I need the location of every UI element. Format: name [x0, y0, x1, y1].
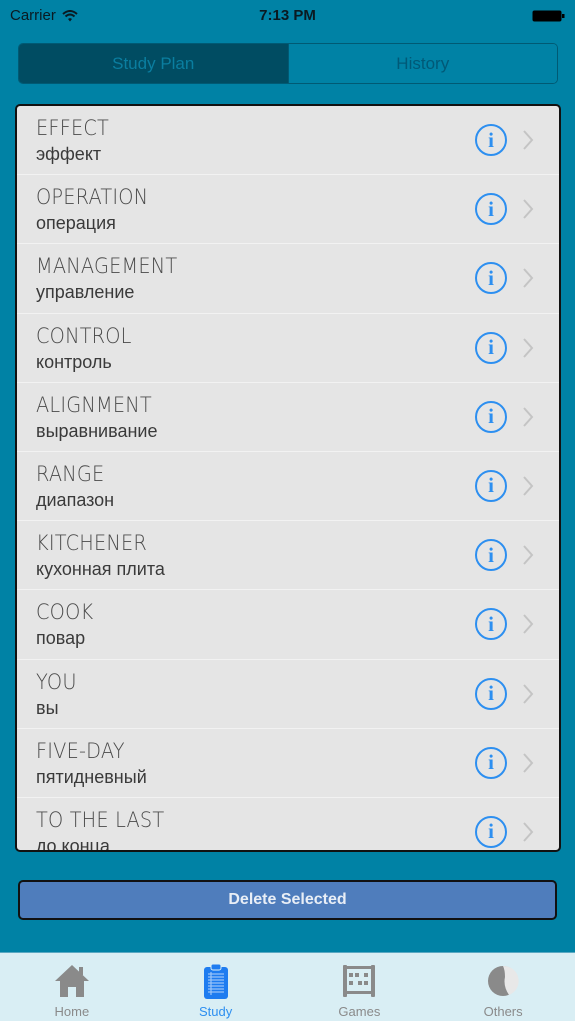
translation-label: выравнивание	[36, 420, 158, 441]
list-item[interactable]: FIVE-DAY пятидневный i	[17, 729, 559, 798]
list-item[interactable]: COOK повар i	[17, 590, 559, 660]
translation-label: до конца	[36, 835, 110, 852]
translation-label: эффект	[36, 144, 102, 164]
info-icon[interactable]: i	[475, 262, 507, 295]
info-icon[interactable]: i	[475, 815, 507, 848]
list-item[interactable]: MANAGEMENT управление i	[17, 244, 559, 314]
word-list[interactable]: EFFECT эффект i OPERATION операция i MANAGEMEN…	[15, 104, 561, 852]
word-label: ALIGNMENT	[36, 392, 152, 417]
clipboard-icon	[203, 963, 228, 999]
list-item[interactable]: YOU вы i	[17, 660, 559, 729]
battery-icon	[532, 10, 565, 22]
tab-history[interactable]: History	[287, 44, 557, 83]
list-item[interactable]: TO THE LAST до конца i	[17, 798, 559, 852]
info-icon[interactable]: i	[475, 400, 507, 433]
list-item[interactable]: KITCHENER кухонная плита i	[17, 521, 559, 591]
segmented-control: Study Plan History	[18, 43, 558, 84]
tab-bar-label: Games	[338, 1004, 381, 1019]
info-icon[interactable]: i	[475, 539, 507, 572]
chevron-right-icon	[523, 337, 534, 358]
chevron-right-icon	[523, 130, 534, 150]
chevron-right-icon	[523, 268, 534, 289]
info-icon[interactable]: i	[475, 746, 507, 779]
translation-label: управление	[36, 282, 135, 303]
chevron-right-icon	[523, 683, 534, 704]
info-icon[interactable]: i	[475, 677, 507, 710]
tab-bar-label: Home	[54, 1004, 90, 1019]
tab-bar-item-study[interactable]: Study	[144, 953, 288, 1021]
clock: 7:13 PM	[259, 7, 316, 24]
list-item[interactable]: ALIGNMENT выравнивание i	[17, 383, 559, 452]
word-label: OPERATION	[36, 185, 149, 210]
info-icon[interactable]: i	[475, 469, 507, 502]
list-item[interactable]: OPERATION операция i	[17, 175, 559, 245]
word-label: KITCHENER	[36, 531, 148, 556]
word-label: RANGE	[36, 461, 105, 486]
list-item[interactable]: CONTROL контроль i	[17, 314, 559, 383]
tab-bar-item-games[interactable]: Games	[288, 953, 432, 1021]
tab-bar-label: Study	[199, 1004, 233, 1019]
word-label: TO THE LAST	[36, 807, 165, 832]
chevron-right-icon	[523, 753, 534, 773]
chevron-right-icon	[523, 614, 534, 634]
word-label: CONTROL	[36, 323, 132, 348]
tab-bar-item-others[interactable]: Others	[431, 953, 575, 1021]
word-label: MANAGEMENT	[36, 254, 178, 279]
translation-label: кухонная плита	[36, 559, 165, 580]
chevron-right-icon	[523, 822, 534, 842]
chevron-right-icon	[523, 199, 534, 219]
tab-bar: Home Study Games Others	[0, 952, 575, 1021]
tab-study-plan[interactable]: Study Plan	[19, 44, 288, 83]
tab-bar-item-home[interactable]: Home	[0, 953, 144, 1021]
tab-bar-label: Others	[483, 1004, 523, 1019]
translation-label: повар	[36, 628, 86, 649]
info-icon[interactable]: i	[475, 608, 507, 641]
list-item[interactable]: RANGE диапазон i	[17, 452, 559, 522]
status-bar: Carrier 7:13 PM	[0, 0, 575, 32]
chevron-right-icon	[523, 476, 534, 496]
half-circle-icon	[488, 965, 519, 996]
word-label: FIVE-DAY	[36, 738, 125, 763]
abacus-icon	[343, 965, 376, 997]
info-icon[interactable]: i	[475, 124, 507, 156]
word-label: EFFECT	[36, 116, 110, 140]
chevron-right-icon	[523, 545, 534, 565]
list-item[interactable]: EFFECT эффект i	[17, 106, 559, 176]
translation-label: вы	[36, 697, 59, 718]
word-label: YOU	[36, 669, 77, 694]
chevron-right-icon	[523, 407, 534, 427]
word-label: COOK	[36, 600, 94, 625]
translation-label: операция	[36, 213, 116, 234]
translation-label: диапазон	[36, 489, 115, 510]
info-icon[interactable]: i	[475, 193, 507, 226]
translation-label: контроль	[36, 351, 112, 372]
info-icon[interactable]: i	[475, 331, 507, 364]
delete-selected-button[interactable]: Delete Selected	[18, 880, 557, 920]
translation-label: пятидневный	[36, 766, 147, 787]
home-icon	[54, 965, 89, 997]
